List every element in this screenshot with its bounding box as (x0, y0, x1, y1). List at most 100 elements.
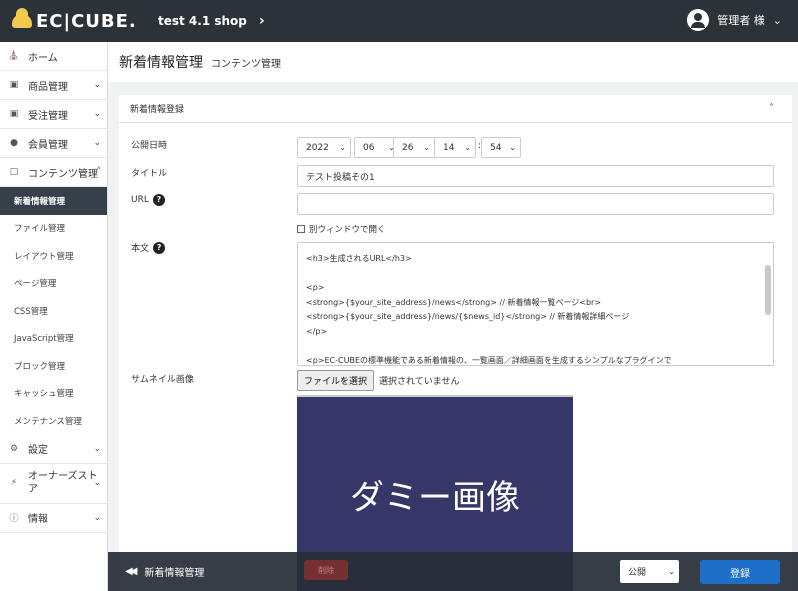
sidebar: ⛪ ホーム ▣ 商品管理 ⌄ ▣ 受注管理 ⌄ ● 会員管理 ⌄ □ コンテンツ… (0, 42, 108, 591)
info-icon: ⓘ (9, 514, 19, 524)
sidebar-item-label: ホーム (28, 52, 58, 64)
new-window-checkbox[interactable]: 別ウィンドウで開く (297, 223, 386, 235)
page-subtitle: コンテンツ管理 (211, 58, 281, 70)
sidebar-item-products[interactable]: ▣ 商品管理 ⌄ (0, 71, 107, 100)
body-label: 本文 (131, 244, 150, 254)
shop-link[interactable]: test 4.1 shop › (158, 13, 265, 29)
textarea-line: <strong>{$your_site_address}/news/{$news… (306, 312, 630, 321)
sidebar-subitem-news[interactable]: 新着情報管理 (0, 187, 107, 215)
chevron-down-icon: ⌄ (509, 143, 516, 152)
sidebar-subitem-cache[interactable]: キャッシュ管理 (0, 380, 107, 408)
url-input[interactable] (297, 193, 774, 215)
url-label-row: URL? (131, 194, 165, 206)
chevron-down-icon: ⌄ (93, 80, 101, 90)
sidebar-item-owners-store[interactable]: ⚡ オーナーズストア ⌄ (0, 464, 107, 504)
sidebar-item-orders[interactable]: ▣ 受注管理 ⌄ (0, 100, 107, 129)
thumbnail-text: ダミー画像 (350, 477, 520, 518)
chevron-down-icon: ⌄ (339, 143, 346, 152)
chevron-down-icon: ⌄ (93, 477, 101, 488)
checkbox-icon (297, 225, 305, 233)
sidebar-item-label: 設定 (28, 445, 48, 456)
user-name: 管理者 様 (717, 14, 765, 27)
textarea-line: <p> (306, 283, 325, 292)
status-select[interactable]: 公開 ⌄ (620, 560, 679, 583)
card-header: 新着情報登録 ˄ (119, 95, 792, 123)
sidebar-item-label: 商品管理 (28, 81, 68, 93)
sidebar-item-settings[interactable]: ⚙ 設定 ⌄ (0, 435, 107, 464)
bottom-bar: ◀◀ 新着情報管理 公開 ⌄ 登録 (108, 552, 798, 591)
chevron-down-icon: ⌄ (93, 512, 101, 523)
home-icon: ⛪ (8, 51, 20, 61)
textarea-line (306, 339, 765, 354)
register-button[interactable]: 登録 (700, 560, 780, 584)
file-status: 選択されていません (379, 377, 460, 387)
chevron-down-icon: ⌄ (423, 143, 430, 152)
help-icon[interactable]: ? (152, 194, 165, 206)
body-textarea[interactable]: <h3>生成されるURL</h3> <p> <strong>{$your_sit… (297, 242, 774, 366)
day-select[interactable]: 26 ⌄ (393, 137, 435, 158)
sidebar-subitem-blocks[interactable]: ブロック管理 (0, 352, 107, 380)
sidebar-item-info[interactable]: ⓘ 情報 ⌄ (0, 504, 107, 533)
textarea-line: <strong>{$your_site_address}/news</stron… (306, 297, 602, 307)
file-select-button[interactable]: ファイルを選択 (297, 370, 375, 391)
double-chevron-left-icon: ◀◀ (125, 566, 138, 577)
chevron-right-icon: › (258, 13, 265, 29)
textarea-line: </p> (306, 326, 328, 336)
news-form-card: 新着情報登録 ˄ 公開日時 2022 ⌄ 06 ⌄ 26 ⌄ 14 ⌄ : 54 ⌄ タイ… (119, 95, 792, 591)
users-icon: ● (10, 138, 18, 148)
textarea-line: <h3>生成されるURL</h3> (306, 254, 412, 263)
title-label: タイトル (131, 169, 168, 179)
sidebar-subitem-files[interactable]: ファイル管理 (0, 215, 107, 243)
logo[interactable]: EC|CUBE. (12, 8, 146, 32)
box-icon: ▣ (9, 80, 19, 90)
chevron-up-icon[interactable]: ˄ (769, 103, 774, 114)
minute-value: 54 (490, 142, 502, 153)
chevron-down-icon: ⌄ (93, 138, 101, 148)
delete-button[interactable]: 削除 (304, 560, 348, 580)
page-header: 新着情報管理 コンテンツ管理 (108, 42, 798, 82)
chevron-up-icon: ˄ (96, 167, 102, 177)
chevron-down-icon: ⌄ (93, 109, 101, 119)
minute-select[interactable]: 54 ⌄ (481, 137, 521, 158)
new-window-label: 別ウィンドウで開く (309, 225, 386, 235)
day-value: 26 (402, 142, 414, 153)
sidebar-item-home[interactable]: ⛪ ホーム (0, 42, 107, 71)
top-bar: EC|CUBE. test 4.1 shop › 管理者 様 ⌄ (0, 0, 798, 42)
sidebar-item-contents[interactable]: □ コンテンツ管理 ˄ (0, 158, 107, 187)
sidebar-subitem-maintenance[interactable]: メンテナンス管理 (0, 407, 107, 435)
shop-name: test 4.1 shop (158, 14, 247, 28)
sidebar-subitem-layout[interactable]: レイアウト管理 (0, 242, 107, 270)
sidebar-item-label: コンテンツ管理 (28, 168, 98, 180)
user-menu[interactable]: 管理者 様 ⌄ (687, 9, 782, 31)
url-label: URL (131, 195, 149, 205)
year-select[interactable]: 2022 ⌄ (297, 137, 351, 158)
month-value: 06 (363, 142, 375, 153)
sidebar-subitem-javascript[interactable]: JavaScript管理 (0, 325, 107, 353)
back-label: 新着情報管理 (144, 568, 205, 579)
body-label-row: 本文? (131, 241, 166, 254)
back-link[interactable]: ◀◀ 新着情報管理 (125, 564, 204, 579)
user-avatar-icon (687, 9, 710, 31)
sidebar-subitem-css[interactable]: CSS管理 (0, 297, 107, 325)
chevron-down-icon: ⌄ (93, 443, 101, 454)
plug-icon: ⚡ (10, 477, 18, 488)
textarea-line (306, 267, 765, 282)
sidebar-item-label: 会員管理 (28, 139, 68, 151)
sidebar-subitem-pages[interactable]: ページ管理 (0, 270, 107, 298)
file-icon: □ (9, 167, 19, 177)
textarea-line: <p>EC-CUBEの標準機能である新着情報の、一覧画面／詳細画面を生成するシン… (306, 355, 672, 365)
card-title: 新着情報登録 (130, 105, 185, 115)
cart-icon: ▣ (9, 109, 19, 119)
gear-icon: ⚙ (9, 443, 19, 454)
hour-select[interactable]: 14 ⌄ (434, 137, 476, 158)
thumbnail-label: サムネイル画像 (131, 375, 194, 385)
logo-text: EC|CUBE. (36, 10, 137, 32)
textarea-scrollbar[interactable] (765, 265, 771, 315)
help-icon[interactable]: ? (153, 241, 166, 254)
sidebar-item-label: 受注管理 (28, 110, 68, 122)
sidebar-item-customers[interactable]: ● 会員管理 ⌄ (0, 129, 107, 158)
date-label: 公開日時 (131, 141, 168, 151)
title-input[interactable]: テスト投稿その1 (297, 165, 774, 187)
sidebar-item-label: 情報 (28, 514, 48, 525)
logo-icon (12, 8, 32, 28)
